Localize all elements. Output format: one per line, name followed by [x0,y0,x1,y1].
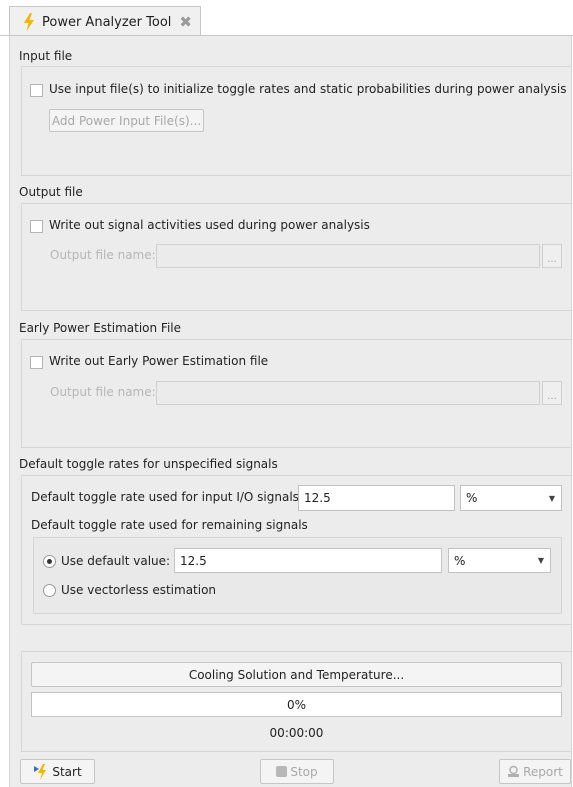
early-power-section-title: Early Power Estimation File [19,321,182,335]
start-label: Start [52,764,82,779]
tab-bar: Power Analyzer Tool ✖ [0,0,573,37]
input-file-section-title: Input file [19,49,73,63]
progress-text: 0% [286,698,307,712]
report-button[interactable]: Report [499,759,571,784]
output-file-name-label: Output file name: [50,248,156,262]
output-file-name-input[interactable] [156,244,540,268]
default-unit-value: % [454,553,466,568]
output-file-browse-button[interactable]: ... [542,244,562,268]
early-power-browse-button[interactable]: ... [542,381,562,405]
close-icon[interactable]: ✖ [179,14,192,30]
stop-icon [276,766,288,777]
input-io-toggle-rate-input[interactable]: 12.5 [298,485,455,511]
use-vectorless-estimation-radio[interactable] [43,584,56,597]
stop-button[interactable]: Stop [260,759,334,784]
use-default-value-radio[interactable] [43,555,56,568]
chevron-down-icon: ▼ [548,493,555,503]
use-input-file-label: Use input file(s) to initialize toggle r… [49,82,567,96]
progress-bar: 0% [31,692,562,717]
default-unit-select[interactable]: % ▼ [448,548,551,573]
use-input-file-checkbox[interactable] [30,84,43,97]
input-io-toggle-rate-label: Default toggle rate used for input I/O s… [31,490,303,504]
early-power-file-name-label: Output file name: [50,385,156,399]
write-signal-activities-checkbox[interactable] [30,220,43,233]
write-early-power-label: Write out Early Power Estimation file [49,354,269,368]
radio-selected-dot [47,559,52,564]
input-io-unit-select[interactable]: % ▼ [460,485,562,511]
add-power-input-files-button[interactable]: Add Power Input File(s)... [49,109,204,132]
lightning-bolt-icon [24,13,34,31]
tab-title: Power Analyzer Tool [42,14,172,30]
stop-label: Stop [290,764,318,779]
write-signal-activities-label: Write out signal activities used during … [49,218,370,232]
remaining-signals-label: Default toggle rate used for remaining s… [31,518,308,532]
default-value-input[interactable]: 12.5 [174,548,442,573]
cooling-solution-button[interactable]: Cooling Solution and Temperature... [31,662,562,687]
use-default-value-label: Use default value: [61,554,171,568]
input-io-unit-value: % [466,491,478,505]
start-icon [34,763,47,780]
chevron-down-icon: ▼ [537,556,544,565]
toggle-rates-section-title: Default toggle rates for unspecified sig… [19,457,278,471]
elapsed-time: 00:00:00 [269,726,324,740]
report-icon [508,765,520,777]
report-label: Report [523,764,563,779]
tab-power-analyzer[interactable]: Power Analyzer Tool ✖ [9,6,201,37]
write-early-power-checkbox[interactable] [30,356,43,369]
start-button[interactable]: Start [20,759,95,784]
use-vectorless-estimation-label: Use vectorless estimation [61,583,217,597]
output-file-section-title: Output file [19,185,83,199]
early-power-file-name-input[interactable] [156,381,540,405]
